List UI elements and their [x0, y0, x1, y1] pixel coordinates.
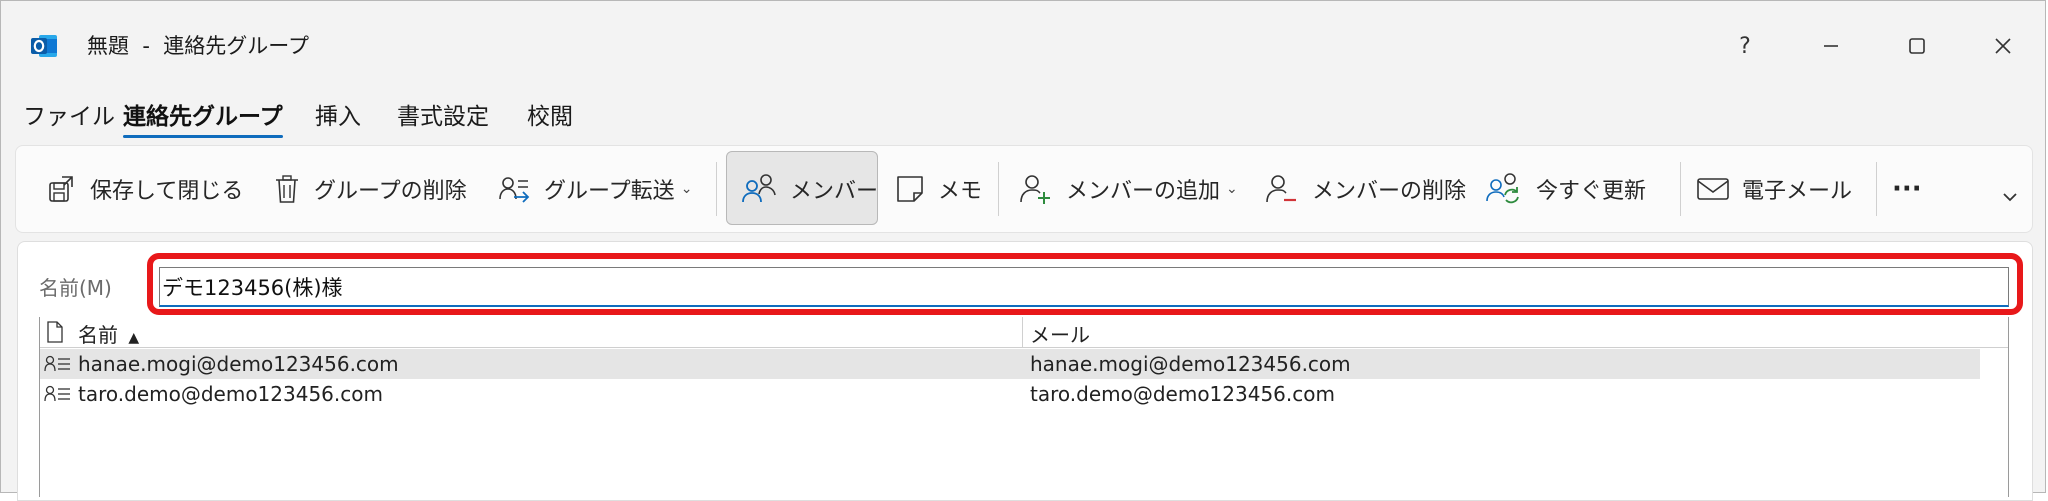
help-icon: ? [1739, 33, 1751, 59]
tab-format[interactable]: 書式設定 [397, 97, 489, 137]
contact-card-icon [44, 355, 70, 372]
window-title: 無題 - 連絡先グループ [87, 34, 310, 58]
contact-group-window: 無題 - 連絡先グループ ? ファイル 連絡先グループ 挿入 書式設定 校閲 保… [0, 0, 2046, 501]
trash-icon [276, 175, 298, 203]
contact-card-icon [44, 385, 70, 402]
ribbon-tabs: ファイル 連絡先グループ 挿入 書式設定 校閲 [1, 97, 2045, 141]
members-label: メンバー [790, 179, 879, 204]
ribbon-separator [1876, 162, 1877, 216]
column-name-label: 名前 [78, 323, 118, 347]
remove-member-label: メンバーの削除 [1312, 179, 1467, 204]
add-member-button[interactable]: メンバーの追加 ⌄ [1018, 146, 1238, 232]
add-person-icon [1020, 175, 1050, 204]
delete-group-button[interactable]: グループの削除 [272, 146, 467, 232]
email-button[interactable]: 電子メール [1696, 146, 1852, 232]
highlight-annotation [147, 253, 2023, 315]
title-bar: 無題 - 連絡先グループ ? [1, 1, 2045, 89]
ribbon-separator [998, 162, 999, 216]
refresh-members-icon [1486, 173, 1519, 204]
list-item[interactable]: taro.demo@demo123456.com taro.demo@demo1… [40, 379, 1980, 409]
remove-person-icon [1266, 175, 1296, 203]
update-now-label: 今すぐ更新 [1536, 179, 1647, 204]
forward-group-label: グループ転送 [544, 179, 675, 204]
ribbon-separator [1680, 162, 1681, 216]
update-now-button[interactable]: 今すぐ更新 [1484, 146, 1646, 232]
tab-contact-group[interactable]: 連絡先グループ [123, 97, 283, 137]
forward-group-button[interactable]: グループ転送 ⌄ [498, 146, 692, 232]
tab-file[interactable]: ファイル [23, 97, 115, 137]
document-icon [47, 321, 63, 343]
maximize-icon [1909, 38, 1925, 54]
tab-insert[interactable]: 挿入 [315, 97, 361, 137]
save-close-label: 保存して閉じる [90, 179, 244, 204]
more-options-button[interactable]: ··· [1892, 146, 1922, 232]
memo-button[interactable]: メモ [894, 146, 982, 232]
save-close-icon [49, 176, 73, 202]
outlook-app-icon [31, 35, 57, 57]
member-name: taro.demo@demo123456.com [78, 382, 383, 406]
tab-review[interactable]: 校閲 [527, 97, 573, 137]
member-mail: taro.demo@demo123456.com [1030, 382, 1335, 406]
email-label: 電子メール [1742, 179, 1853, 204]
column-header-name[interactable]: 名前 ▲ [78, 319, 139, 348]
active-tab-indicator [123, 135, 283, 138]
member-list: 名前 ▲ メール hanae.mogi@demo123456.com hanae… [39, 317, 2009, 497]
member-list-header: 名前 ▲ メール [40, 317, 2008, 348]
maximize-button[interactable] [1887, 23, 1947, 69]
list-item[interactable]: hanae.mogi@demo123456.com hanae.mogi@dem… [40, 349, 1980, 379]
forward-group-icon [499, 177, 530, 203]
chevron-down-icon: ⌄ [1226, 181, 1238, 197]
member-name: hanae.mogi@demo123456.com [78, 352, 399, 376]
remove-member-button[interactable]: メンバーの削除 [1264, 146, 1466, 232]
add-member-label: メンバーの追加 [1066, 179, 1221, 204]
ribbon-toolbar: 保存して閉じる グループの削除 グループ転送 ⌄ メンバー メモ メンバーの追加… [15, 145, 2033, 233]
ribbon-separator [716, 162, 717, 216]
save-close-button[interactable]: 保存して閉じる [46, 146, 243, 232]
ribbon-expand-button[interactable] [2000, 154, 2020, 240]
minimize-button[interactable] [1801, 23, 1861, 69]
name-field-label: 名前(M) [39, 276, 112, 300]
memo-label: メモ [938, 179, 983, 204]
help-button[interactable]: ? [1715, 23, 1775, 69]
delete-group-label: グループの削除 [314, 179, 467, 204]
column-header-mail[interactable]: メール [1030, 319, 1090, 348]
more-icon: ··· [1892, 174, 1922, 204]
members-icon [742, 174, 776, 203]
column-divider[interactable] [1022, 317, 1023, 347]
note-icon [897, 176, 923, 202]
close-icon [1995, 38, 2011, 54]
member-mail: hanae.mogi@demo123456.com [1030, 352, 1351, 376]
sort-ascending-icon: ▲ [128, 330, 140, 346]
members-button[interactable]: メンバー [740, 146, 878, 232]
minimize-icon [1824, 45, 1838, 47]
chevron-down-icon: ⌄ [680, 181, 693, 197]
mail-icon [1697, 178, 1729, 200]
chevron-down-icon [2003, 193, 2017, 202]
close-button[interactable] [1973, 23, 2033, 69]
